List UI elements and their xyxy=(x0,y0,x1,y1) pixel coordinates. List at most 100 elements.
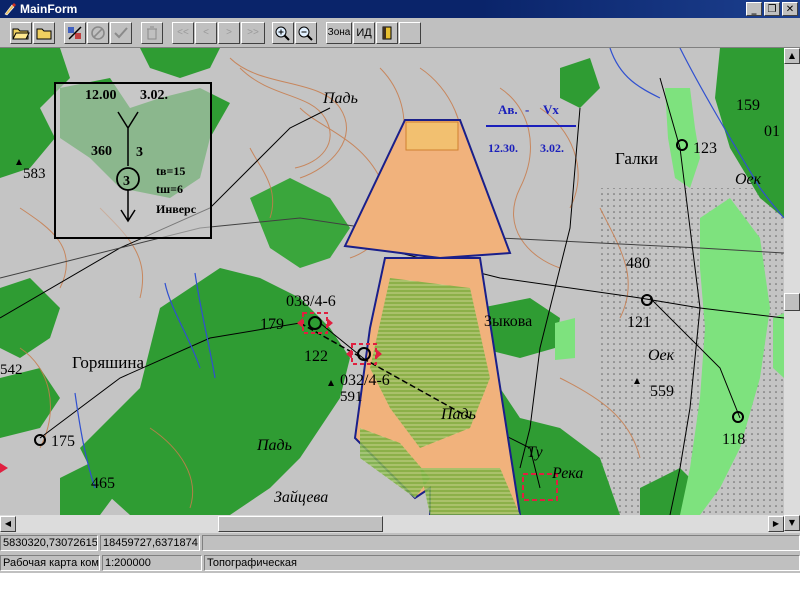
map-status-bar: Рабочая карта ком 1:200000 Топографическ… xyxy=(0,554,800,572)
point-121-label: 121 xyxy=(627,314,651,331)
vertical-scroll-thumb[interactable] xyxy=(784,293,800,311)
zoom-out-button[interactable] xyxy=(295,22,317,44)
wind-vx-label: Vх xyxy=(543,102,559,117)
id-button[interactable]: ИД xyxy=(353,22,375,44)
exit-door-icon xyxy=(382,26,392,40)
zone-button[interactable]: Зона xyxy=(326,22,352,44)
target-038-label: 038/4-6 xyxy=(286,293,336,310)
checkmark-icon xyxy=(114,27,128,39)
wind-time-label: 12.30. xyxy=(488,141,518,155)
last-icon: >> xyxy=(247,27,259,38)
next-icon: > xyxy=(226,27,232,38)
maximize-button[interactable]: ❐ xyxy=(764,2,780,16)
zoom-in-icon xyxy=(275,26,290,41)
zoom-out-icon xyxy=(298,26,313,41)
first-button[interactable]: << xyxy=(172,22,194,44)
arrow-left-icon: ◀ xyxy=(4,519,12,528)
galki-label: Галки xyxy=(615,149,658,168)
delete-button[interactable] xyxy=(141,22,163,44)
title-bar: MainForm _ ❐ ✕ xyxy=(0,0,800,18)
pad-north-label: Падь xyxy=(322,90,358,107)
folder-button[interactable] xyxy=(33,22,55,44)
open-folder-button[interactable] xyxy=(10,22,32,44)
info-tsh: tш=6 xyxy=(156,182,183,196)
coords-cell-empty xyxy=(202,535,800,551)
unit-info-box: 12.00 3.02. 360 3 3 tв=15 tш=6 Инверс xyxy=(54,82,212,239)
desktop-background xyxy=(0,573,800,600)
apply-button[interactable] xyxy=(110,22,132,44)
info-time: 12.00 xyxy=(85,88,117,103)
height-542-label: 542 xyxy=(0,362,23,378)
svg-text:-: - xyxy=(525,102,529,117)
point-122-label: 122 xyxy=(304,348,328,365)
pad-center-label: Падь xyxy=(440,406,476,423)
exit-button[interactable] xyxy=(376,22,398,44)
cancel-icon xyxy=(91,26,105,40)
layer-cell: Топографическая xyxy=(204,555,800,571)
window-title: MainForm xyxy=(20,2,78,16)
first-icon: << xyxy=(177,27,189,38)
topographic-map[interactable]: Ав. - Vх 12.30. 3.02. 12.00 3.02. 360 3 … xyxy=(0,48,784,515)
prev-button[interactable]: < xyxy=(195,22,217,44)
info-mode: Инверс xyxy=(156,202,197,216)
trash-icon xyxy=(147,26,157,40)
target-032-label: 032/4-6 xyxy=(340,372,390,389)
horizontal-scroll-thumb[interactable] xyxy=(218,516,383,532)
arrow-up-icon: ▲ xyxy=(788,51,796,60)
pad-west-label: Падь xyxy=(256,437,292,454)
scroll-right-button[interactable]: ▶ xyxy=(768,516,784,532)
info-count: 3 xyxy=(136,145,143,160)
app-icon xyxy=(4,3,16,16)
oek-ne-label: Оек xyxy=(735,171,762,188)
point-118-label: 118 xyxy=(722,431,745,448)
cancel-button[interactable] xyxy=(87,22,109,44)
height-591-label: 591 xyxy=(340,389,363,405)
layers-button[interactable] xyxy=(64,22,86,44)
point-123-label: 123 xyxy=(693,140,717,157)
zaytseva-label: Зайцева xyxy=(274,489,328,506)
info-azimuth: 360 xyxy=(91,144,112,159)
info-unit-number: 3 xyxy=(123,174,130,189)
wind-date-label: 3.02. xyxy=(540,141,564,155)
minimize-button[interactable]: _ xyxy=(746,2,762,16)
coords-status-bar: 5830320,73072615 18459727,6371874 xyxy=(0,534,800,552)
arrow-right-icon: ▶ xyxy=(772,519,780,528)
height-465-label: 465 xyxy=(91,475,115,492)
zoom-in-button[interactable] xyxy=(272,22,294,44)
scroll-left-button[interactable]: ◀ xyxy=(0,516,16,532)
oek-e-label: Оек xyxy=(648,347,675,364)
map-canvas[interactable]: Ав. - Vх 12.30. 3.02. 12.00 3.02. 360 3 … xyxy=(0,48,784,515)
scroll-up-button[interactable]: ▲ xyxy=(784,48,800,64)
wind-av-label: Ав. xyxy=(498,102,518,117)
last-button[interactable]: >> xyxy=(241,22,265,44)
coords-cell-2: 18459727,6371874 xyxy=(100,535,200,551)
tu-label: Ту xyxy=(527,444,544,461)
height-559-label: 559 xyxy=(650,383,674,400)
point-175-label: 175 xyxy=(51,433,75,450)
reka-label: Река xyxy=(551,465,583,482)
height-01-label: 01 xyxy=(764,123,780,140)
layers-icon xyxy=(68,26,82,40)
map-type-cell: Рабочая карта ком xyxy=(0,555,100,571)
height-480-label: 480 xyxy=(626,255,650,272)
scale-cell: 1:200000 xyxy=(102,555,202,571)
toolbar-blank-button[interactable] xyxy=(399,22,421,44)
zykova-label: Зыкова xyxy=(484,313,532,330)
goryashina-label: Горяшина xyxy=(72,353,144,372)
prev-icon: < xyxy=(203,27,209,38)
sector-top-block xyxy=(405,121,459,151)
open-folder-icon xyxy=(12,28,30,40)
next-button[interactable]: > xyxy=(218,22,240,44)
toolbar: << < > >> Зона ИД xyxy=(0,19,800,48)
coords-cell-1: 5830320,73072615 xyxy=(0,535,98,551)
vertical-scrollbar[interactable]: ▲ ▼ xyxy=(784,48,800,533)
info-tv: tв=15 xyxy=(156,164,185,178)
height-159-label: 159 xyxy=(736,97,760,114)
scroll-down-button[interactable]: ▼ xyxy=(784,515,800,531)
horizontal-scrollbar[interactable]: ◀ ▶ xyxy=(0,515,784,533)
point-179-label: 179 xyxy=(260,316,284,333)
folder-icon xyxy=(36,28,52,40)
info-date: 3.02. xyxy=(140,88,168,103)
close-button[interactable]: ✕ xyxy=(782,2,798,16)
arrow-down-icon: ▼ xyxy=(788,518,796,527)
